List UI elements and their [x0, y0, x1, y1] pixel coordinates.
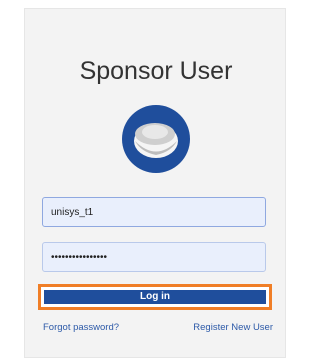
- page-title: Sponsor User: [79, 57, 233, 85]
- login-button[interactable]: Log in: [44, 290, 266, 304]
- register-new-user-link[interactable]: Register New User: [193, 322, 273, 333]
- password-field[interactable]: [42, 242, 266, 272]
- unisys-logo-icon: [122, 105, 190, 173]
- login-button-highlight: Log in: [38, 284, 272, 310]
- login-panel: Sponsor User Log in Forgot password? Reg…: [24, 8, 286, 358]
- username-field[interactable]: [42, 197, 266, 227]
- forgot-password-link[interactable]: Forgot password?: [43, 322, 119, 333]
